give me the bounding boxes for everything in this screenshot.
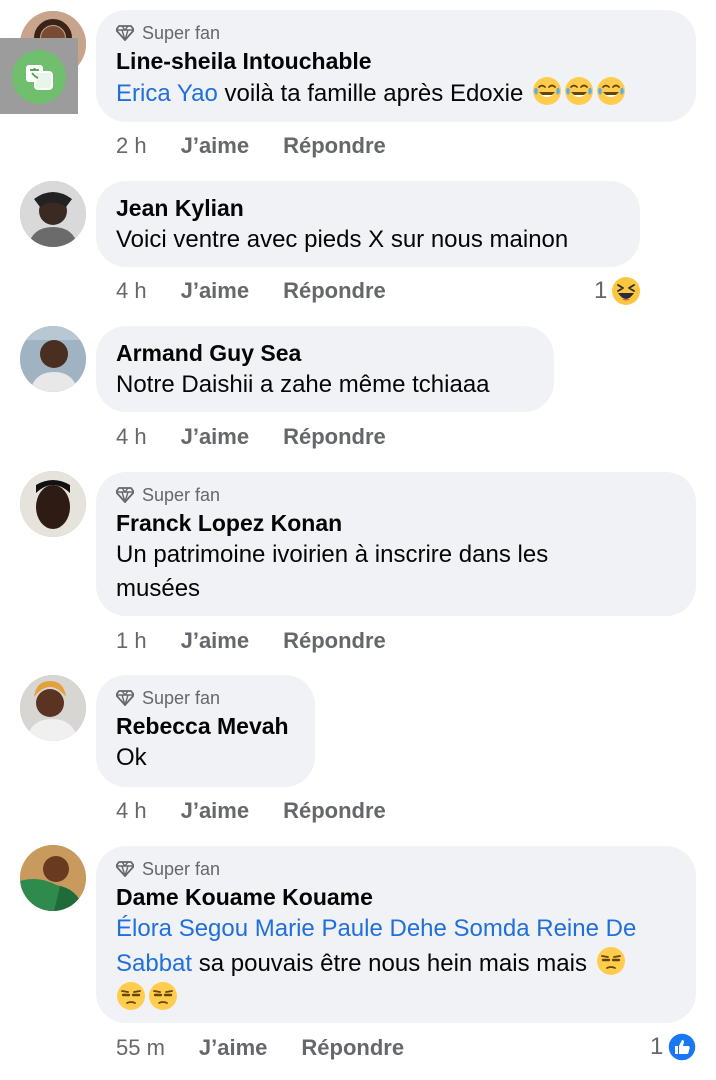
badge-label: Super fan: [142, 859, 221, 879]
mention-link[interactable]: Élora Segou Marie Paule Dehe Somda Reine…: [116, 912, 676, 946]
reply-button[interactable]: Répondre: [283, 276, 386, 306]
comment-actions: 4 h J’aime Répondre: [116, 422, 386, 452]
reply-button[interactable]: Répondre: [283, 131, 386, 161]
reaction-count: 1: [650, 1033, 664, 1060]
diamond-icon: [116, 487, 134, 503]
comment-text: Élora Segou Marie Paule Dehe Somda Reine…: [116, 912, 676, 1016]
comment-actions: 1 h J’aime Répondre: [116, 626, 386, 656]
super-fan-badge: Super fan: [116, 22, 676, 44]
reply-button[interactable]: Répondre: [301, 1033, 404, 1063]
avatar-image: [20, 845, 86, 911]
reply-button[interactable]: Répondre: [283, 626, 386, 656]
super-fan-badge: Super fan: [116, 484, 676, 506]
comment-bubble[interactable]: Super fan Dame Kouame Kouame Élora Segou…: [96, 846, 696, 1023]
author-name[interactable]: Franck Lopez Konan: [116, 508, 676, 538]
avatar-image: [20, 675, 86, 741]
unamused-face-emoji: [148, 981, 178, 1011]
like-button[interactable]: J’aime: [181, 796, 250, 826]
badge-label: Super fan: [142, 23, 221, 43]
timestamp[interactable]: 4 h: [116, 276, 147, 306]
timestamp[interactable]: 2 h: [116, 131, 147, 161]
avatar[interactable]: [20, 326, 86, 392]
comment-text-line: [116, 981, 676, 1016]
author-name[interactable]: Jean Kylian: [116, 193, 620, 223]
comment-text: Ok: [116, 744, 147, 771]
floating-overlay-tab[interactable]: [0, 38, 78, 114]
reaction-summary[interactable]: 1: [650, 1032, 697, 1062]
diamond-icon: [116, 690, 134, 706]
tears-of-joy-emoji: [532, 76, 562, 106]
badge-label: Super fan: [142, 485, 221, 505]
author-name[interactable]: Dame Kouame Kouame: [116, 882, 676, 912]
comment-text-line: musées: [116, 575, 201, 602]
comment-bubble[interactable]: Jean Kylian Voici ventre avec pieds X su…: [96, 181, 640, 267]
like-button[interactable]: J’aime: [181, 626, 250, 656]
super-fan-badge: Super fan: [116, 858, 676, 880]
comment-text: Notre Daishii a zahe même tchiaaa: [116, 371, 490, 398]
timestamp[interactable]: 4 h: [116, 422, 147, 452]
reaction-summary[interactable]: 1: [594, 276, 641, 306]
like-button[interactable]: J’aime: [199, 1033, 268, 1063]
mention-link[interactable]: Erica Yao: [116, 80, 218, 107]
reaction-count: 1: [594, 277, 608, 304]
avatar-image: [20, 471, 86, 537]
tears-of-joy-emoji: [596, 76, 626, 106]
comment-actions: 2 h J’aime Répondre: [116, 131, 386, 161]
like-button[interactable]: J’aime: [181, 276, 250, 306]
reply-button[interactable]: Répondre: [283, 422, 386, 452]
comment-bubble[interactable]: Super fan Line-sheila Intouchable Erica …: [96, 10, 696, 122]
comment-bubble[interactable]: Super fan Rebecca Mevah Ok: [96, 675, 315, 787]
comment-text: Un patrimoine ivoirien à inscrire dans l…: [116, 538, 676, 606]
comment-actions: 4 h J’aime Répondre: [116, 796, 386, 826]
author-name[interactable]: Line-sheila Intouchable: [116, 46, 676, 76]
timestamp[interactable]: 1 h: [116, 626, 147, 656]
unamused-face-emoji: [596, 946, 626, 976]
diamond-icon: [116, 25, 134, 41]
avatar[interactable]: [20, 471, 86, 537]
haha-reaction-icon: [611, 276, 641, 306]
comment-text-line: Sabbat sa pouvais être nous hein mais ma…: [116, 946, 676, 981]
comment-text: Voici ventre avec pieds X sur nous maino…: [116, 226, 569, 253]
author-name[interactable]: Rebecca Mevah: [116, 711, 295, 741]
badge-label: Super fan: [142, 688, 221, 708]
reply-button[interactable]: Répondre: [283, 796, 386, 826]
like-button[interactable]: J’aime: [181, 422, 250, 452]
comment-text: Erica Yao voilà ta famille après Edoxie: [116, 76, 676, 111]
avatar[interactable]: [20, 675, 86, 741]
avatar-image: [20, 181, 86, 247]
timestamp[interactable]: 4 h: [116, 796, 147, 826]
tears-of-joy-emoji: [564, 76, 594, 106]
avatar[interactable]: [20, 845, 86, 911]
comment-body: voilà ta famille après Edoxie: [217, 80, 530, 107]
unamused-face-emoji: [116, 981, 146, 1011]
comment-bubble[interactable]: Armand Guy Sea Notre Daishii a zahe même…: [96, 326, 554, 412]
like-button[interactable]: J’aime: [181, 131, 250, 161]
diamond-icon: [116, 861, 134, 877]
comment-actions: 55 m J’aime Répondre: [116, 1033, 404, 1063]
author-name[interactable]: Armand Guy Sea: [116, 338, 534, 368]
mention-link[interactable]: Sabbat: [116, 950, 192, 977]
comment-actions: 4 h J’aime Répondre: [116, 276, 386, 306]
avatar[interactable]: [20, 181, 86, 247]
comment-text-line: Un patrimoine ivoirien à inscrire dans l…: [116, 541, 549, 568]
timestamp[interactable]: 55 m: [116, 1033, 165, 1063]
comment-body: sa pouvais être nous hein mais mais: [192, 950, 594, 977]
like-reaction-icon: [667, 1032, 697, 1062]
translate-icon: [12, 50, 66, 104]
super-fan-badge: Super fan: [116, 687, 295, 709]
avatar-image: [20, 326, 86, 392]
comment-bubble[interactable]: Super fan Franck Lopez Konan Un patrimoi…: [96, 472, 696, 616]
